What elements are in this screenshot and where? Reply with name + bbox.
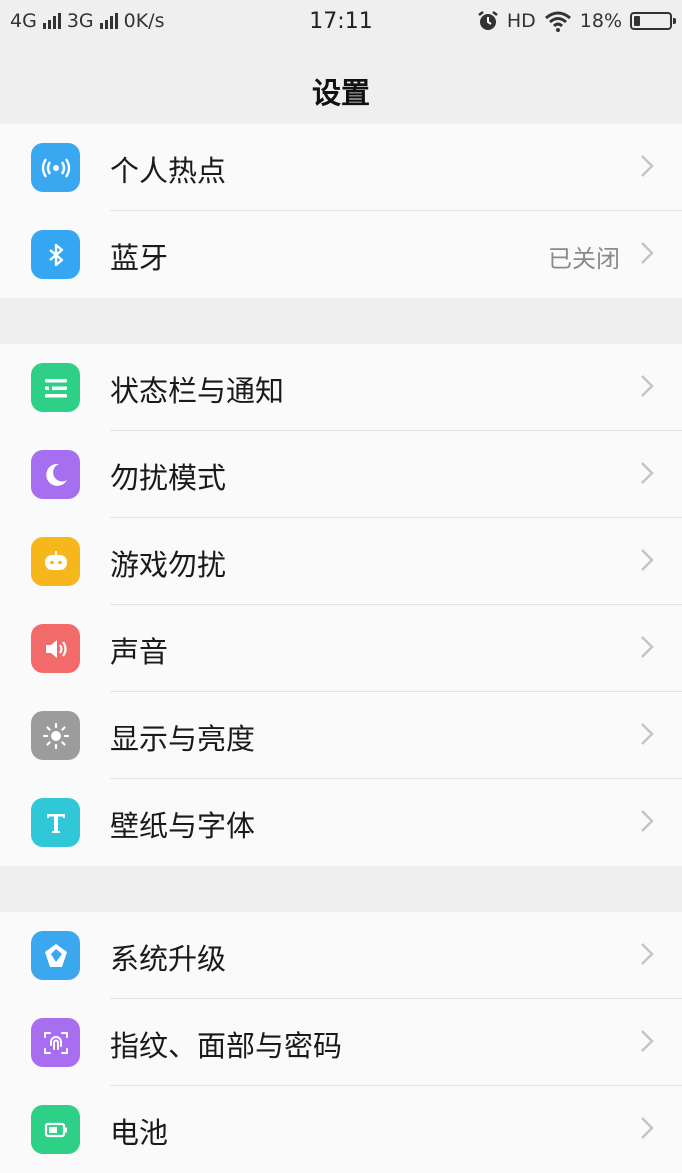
settings-item-label: 个人热点: [110, 154, 227, 188]
settings-item-battery[interactable]: 电池: [0, 1086, 682, 1173]
settings-item-label: 指纹、面部与密码: [110, 1029, 343, 1063]
speaker-icon: [31, 624, 80, 673]
settings-item-bluetooth[interactable]: 蓝牙 已关闭: [0, 211, 682, 298]
chevron-right-icon: [641, 943, 654, 965]
settings-group-system: 系统升级 指纹、面部与密码 电池: [0, 912, 682, 1173]
settings-item-sound[interactable]: 声音: [0, 605, 682, 692]
page-title: 设置: [311, 76, 370, 110]
gamepad-icon: [31, 537, 80, 586]
font-icon: [31, 798, 80, 847]
chevron-right-icon: [641, 723, 654, 745]
alarm-icon: [478, 11, 498, 30]
battery-percent: 18%: [579, 10, 622, 32]
settings-item-do-not-disturb[interactable]: 勿扰模式: [0, 431, 682, 518]
settings-item-label: 游戏勿扰: [110, 548, 227, 582]
wifi-icon: [544, 11, 571, 32]
chevron-right-icon: [641, 375, 654, 397]
settings-item-display-brightness[interactable]: 显示与亮度: [0, 692, 682, 779]
settings-item-label: 电池: [110, 1116, 169, 1150]
chevron-right-icon: [641, 810, 654, 832]
settings-group-connectivity: 个人热点 蓝牙 已关闭: [0, 124, 682, 298]
battery-icon: [31, 1105, 80, 1154]
brightness-icon: [31, 711, 80, 760]
settings-item-label: 声音: [110, 635, 169, 669]
notification-icon: [31, 363, 80, 412]
bluetooth-icon: [31, 230, 80, 279]
title-bar: 设置: [0, 46, 682, 132]
chevron-right-icon: [641, 462, 654, 484]
hd-indicator: HD: [506, 10, 536, 32]
settings-item-fingerprint-face-password[interactable]: 指纹、面部与密码: [0, 999, 682, 1086]
settings-item-label: 系统升级: [110, 942, 227, 976]
battery-level-icon: [630, 12, 676, 30]
chevron-right-icon: [641, 1030, 654, 1052]
bluetooth-status: 已关闭: [548, 245, 620, 273]
settings-item-label: 蓝牙: [110, 241, 169, 275]
settings-item-statusbar-notifications[interactable]: 状态栏与通知: [0, 344, 682, 431]
system-update-icon: [31, 931, 80, 980]
settings-item-label: 壁纸与字体: [110, 809, 256, 843]
status-right: HD 18%: [477, 10, 676, 32]
hotspot-icon: [31, 143, 80, 192]
chevron-right-icon: [641, 636, 654, 658]
settings-item-hotspot[interactable]: 个人热点: [0, 124, 682, 211]
settings-item-label: 状态栏与通知: [110, 374, 285, 408]
settings-group-display: 状态栏与通知 勿扰模式 游戏勿扰 声音 显示与亮度 壁纸与字体: [0, 344, 682, 866]
settings-item-label: 显示与亮度: [110, 722, 256, 756]
settings-item-wallpaper-font[interactable]: 壁纸与字体: [0, 779, 682, 866]
chevron-right-icon: [641, 242, 654, 264]
chevron-right-icon: [641, 155, 654, 177]
chevron-right-icon: [641, 549, 654, 571]
settings-item-system-update[interactable]: 系统升级: [0, 912, 682, 999]
fingerprint-icon: [31, 1018, 80, 1067]
settings-item-game-dnd[interactable]: 游戏勿扰: [0, 518, 682, 605]
settings-item-label: 勿扰模式: [110, 461, 227, 495]
chevron-right-icon: [641, 1117, 654, 1139]
moon-icon: [31, 450, 80, 499]
status-bar: 4G 3G 0K/s 17:11 HD 18%: [0, 0, 682, 46]
